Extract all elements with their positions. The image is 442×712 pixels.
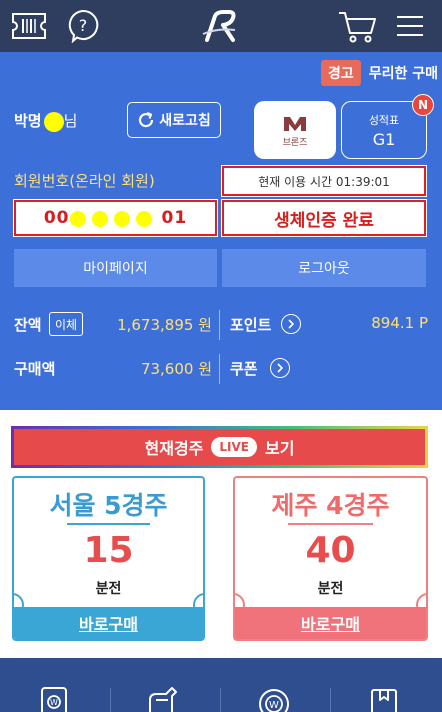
user-name-suffix: 님	[63, 112, 78, 130]
race-minutes: 15	[83, 530, 134, 571]
divider	[330, 688, 331, 712]
member-number-prefix: 00	[43, 208, 70, 228]
redaction-mark	[91, 211, 108, 227]
svg-text:?: ?	[79, 16, 88, 35]
race-title: 서울 5경주	[49, 491, 168, 520]
logout-button[interactable]: 로그아웃	[222, 249, 426, 287]
divider	[219, 310, 220, 340]
redaction-mark	[135, 211, 152, 227]
scorecard-value: G1	[372, 129, 396, 149]
member-number-suffix: 01	[161, 208, 188, 228]
scorecard-label: 성적표	[368, 113, 400, 127]
horse-icon[interactable]	[146, 686, 182, 712]
grade-badge[interactable]: 브론즈	[254, 101, 336, 159]
user-name-visible: 박명	[14, 112, 42, 130]
race-minutes: 40	[305, 530, 356, 571]
bookmark-icon[interactable]	[366, 686, 402, 712]
warning-badge: 경고	[320, 60, 361, 86]
divider	[220, 688, 221, 712]
wallet-icon[interactable]: W	[256, 686, 292, 712]
new-badge: N	[412, 94, 434, 116]
live-prefix: 현재경주	[144, 439, 204, 458]
biometric-auth-status: 생체인증 완료	[222, 200, 426, 236]
bottom-nav: W W	[0, 658, 442, 712]
race-minutes-unit: 분전	[317, 581, 344, 597]
race-title: 제주 4경주	[271, 491, 390, 520]
buy-now-button[interactable]: 바로구매	[235, 607, 426, 639]
race-minutes-unit: 분전	[95, 581, 122, 597]
hamburger-icon[interactable]	[394, 0, 426, 52]
refresh-button[interactable]: 새로고침	[127, 102, 221, 138]
coupon-arrow-icon[interactable]	[270, 358, 290, 378]
refresh-label: 새로고침	[159, 113, 211, 129]
svg-text:W: W	[50, 698, 58, 707]
race-card-jeju: 제주 4경주 40 분전 바로구매	[233, 476, 428, 641]
live-pill: LIVE	[211, 437, 258, 457]
warning-notice: 경고 무리한 구매	[320, 60, 438, 86]
redaction-mark	[43, 111, 64, 132]
usage-time: 현재 이용 시간 01:39:01	[222, 166, 426, 196]
race-card-seoul: 서울 5경주 15 분전 바로구매	[12, 476, 205, 641]
live-suffix: 보기	[265, 439, 295, 458]
refresh-icon	[139, 111, 154, 128]
svg-text:W: W	[269, 700, 279, 711]
buy-now-button[interactable]: 바로구매	[14, 607, 203, 639]
redaction-mark	[69, 211, 86, 227]
cart-icon[interactable]	[336, 0, 378, 52]
transfer-button[interactable]: 이체	[49, 312, 83, 336]
divider	[110, 688, 111, 712]
points-label: 포인트	[230, 316, 272, 334]
member-number-label: 회원번호(온라인 회원)	[14, 172, 155, 190]
title-underline	[288, 523, 373, 525]
balance-label: 잔액	[14, 316, 42, 334]
member-number: 00 01	[14, 200, 217, 236]
balance-value: 1,673,895 원	[117, 316, 212, 334]
warning-text: 무리한 구매	[368, 66, 438, 82]
purchase-amount-value: 73,600 원	[140, 360, 212, 378]
points-value: 894.1 P	[371, 314, 428, 332]
coupon-label: 쿠폰	[230, 360, 258, 378]
grade-label: 브론즈	[282, 137, 308, 148]
purchase-amount-label: 구매액	[14, 360, 56, 378]
live-race-button[interactable]: 현재경주 LIVE 보기	[11, 426, 428, 468]
r-logo-icon[interactable]	[196, 0, 242, 52]
divider	[219, 354, 220, 384]
ticket-icon[interactable]	[10, 0, 48, 52]
user-name: 박명 님	[14, 110, 77, 132]
bronze-grade-icon	[284, 116, 306, 131]
scorecard-button[interactable]: 성적표 G1 N	[341, 94, 434, 159]
points-arrow-icon[interactable]	[281, 314, 301, 334]
mobile-betting-icon[interactable]: W	[36, 686, 72, 712]
mypage-button[interactable]: 마이페이지	[14, 249, 217, 287]
title-underline	[66, 523, 151, 525]
top-bar: ?	[0, 0, 442, 52]
redaction-mark	[113, 211, 130, 227]
question-icon[interactable]: ?	[66, 0, 100, 52]
